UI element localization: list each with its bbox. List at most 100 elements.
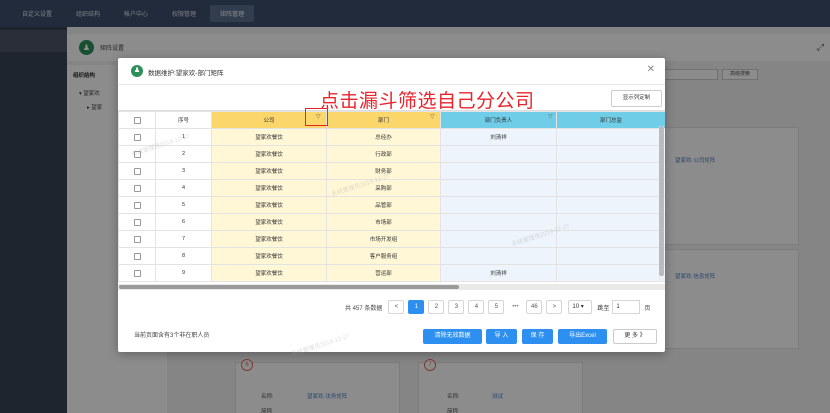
row-checkbox[interactable]: [118, 264, 156, 282]
filter-funnel-icon-dept[interactable]: ▽: [430, 113, 435, 120]
jump-label: 跳至: [597, 305, 610, 312]
table-row[interactable]: 5 望家欢餐饮 品管部: [118, 196, 665, 214]
table-row[interactable]: 2 望家欢餐饮 行政部: [118, 145, 665, 163]
cell-dept-head: [440, 230, 557, 248]
row-checkbox[interactable]: [118, 128, 156, 146]
more-button[interactable]: 更 多 》: [613, 329, 657, 344]
page-ellipsis[interactable]: •••: [508, 304, 522, 310]
cell-dept: 行政部: [326, 145, 441, 163]
column-header-dept: 部门: [326, 111, 441, 129]
cell-dept-head: [440, 162, 557, 180]
row-checkbox[interactable]: [118, 145, 156, 163]
cell-dept-head: [440, 213, 557, 231]
row-checkbox[interactable]: [118, 230, 156, 248]
inactive-staff-note: 当前页面含有3个非在职人员: [134, 333, 210, 339]
column-header-index: 序号: [155, 111, 212, 129]
cell-company: 望家欢餐饮: [211, 247, 327, 265]
page-3-button[interactable]: 3: [448, 300, 465, 314]
annotation-highlight-box: [305, 108, 328, 126]
cell-dept: 财务部: [326, 162, 441, 180]
cell-dept: 营运部: [326, 264, 441, 282]
select-all-checkbox[interactable]: [118, 111, 156, 129]
modal-title: 数据维护:望家欢-部门矩阵: [148, 70, 224, 77]
cell-dept-head: [440, 179, 557, 197]
table-header-row: 序号 公司 部门 部门负责人 部门总监: [118, 111, 665, 129]
table-row[interactable]: 9 望家欢餐饮 营运部 刘清祥: [118, 264, 665, 282]
jump-unit: 页: [644, 305, 651, 312]
import-button[interactable]: 导 入: [486, 329, 517, 344]
cell-dept: 市场部: [326, 213, 441, 231]
export-excel-button[interactable]: 导出Excel: [558, 329, 607, 344]
jump-page-input[interactable]: 1: [612, 300, 641, 314]
clear-invalid-button[interactable]: 清除无效数据: [423, 329, 482, 344]
cell-index: 6: [155, 213, 212, 231]
row-checkbox[interactable]: [118, 179, 156, 197]
cell-dept-director: [556, 213, 665, 231]
cell-dept-head: [440, 247, 557, 265]
cell-company: 望家欢餐饮: [211, 196, 327, 214]
cell-dept: 市场开发组: [326, 230, 441, 248]
cell-company: 望家欢餐饮: [211, 264, 327, 282]
page-1-button[interactable]: 1: [408, 300, 425, 314]
vertical-scrollbar[interactable]: [659, 126, 664, 282]
cell-company: 望家欢餐饮: [211, 128, 327, 146]
cell-dept-director: [556, 162, 665, 180]
cell-dept-director: [556, 264, 665, 282]
cell-dept-head: [440, 196, 557, 214]
table-row[interactable]: 4 望家欢餐饮 采购部: [118, 179, 665, 197]
cell-index: 3: [155, 162, 212, 180]
table-row[interactable]: 7 望家欢餐饮 市场开发组: [118, 230, 665, 248]
cell-dept-head: 刘清祥: [440, 128, 557, 146]
page-size-select[interactable]: 10 ▾: [568, 300, 593, 314]
horizontal-scrollbar[interactable]: [118, 284, 665, 290]
prev-page-button[interactable]: <: [388, 300, 405, 314]
cell-dept-head: [440, 145, 557, 163]
column-header-dept-head: 部门负责人: [440, 111, 557, 129]
table-row[interactable]: 6 望家欢餐饮 市场部: [118, 213, 665, 231]
annotation-text: 点击漏斗筛选自己分公司: [320, 91, 535, 112]
row-checkbox[interactable]: [118, 247, 156, 265]
cell-dept: 客户服务组: [326, 247, 441, 265]
cell-dept: 品管部: [326, 196, 441, 214]
row-checkbox[interactable]: [118, 213, 156, 231]
cell-dept-director: [556, 247, 665, 265]
table-row[interactable]: 1 望家欢餐饮 总经办 刘清祥: [118, 128, 665, 146]
cell-company: 望家欢餐饮: [211, 213, 327, 231]
row-checkbox[interactable]: [118, 162, 156, 180]
cell-index: 5: [155, 196, 212, 214]
data-table: 序号 公司 部门 部门负责人 部门总监 1 望家欢餐饮 总经办 刘清祥 2 望家欢餐饮 行政…: [118, 110, 665, 290]
cell-dept: 总经办: [326, 128, 441, 146]
cell-index: 1: [155, 128, 212, 146]
cell-dept-director: [556, 145, 665, 163]
next-page-button[interactable]: >: [546, 300, 563, 314]
cell-index: 8: [155, 247, 212, 265]
cell-index: 7: [155, 230, 212, 248]
cell-company: 望家欢餐饮: [211, 179, 327, 197]
cell-index: 2: [155, 145, 212, 163]
page-4-button[interactable]: 4: [468, 300, 485, 314]
filter-funnel-icon-head[interactable]: ▽: [548, 113, 553, 120]
cell-dept-director: [556, 179, 665, 197]
page-2-button[interactable]: 2: [428, 300, 445, 314]
page-5-button[interactable]: 5: [488, 300, 505, 314]
cell-company: 望家欢餐饮: [211, 145, 327, 163]
cell-dept-director: [556, 128, 665, 146]
row-checkbox[interactable]: [118, 196, 156, 214]
column-header-dept-director: 部门总监: [556, 111, 665, 129]
modal-header: ♟ 数据维护:望家欢-部门矩阵 ✕: [118, 58, 665, 85]
column-setting-button[interactable]: 显示列定制: [611, 90, 662, 107]
last-page-button[interactable]: 46: [526, 300, 543, 314]
cell-index: 9: [155, 264, 212, 282]
user-icon: ♟: [131, 65, 143, 77]
total-count: 共 457 条数据: [345, 305, 383, 312]
cell-company: 望家欢餐饮: [211, 230, 327, 248]
cell-dept-director: [556, 196, 665, 214]
cell-dept-director: [556, 230, 665, 248]
table-row[interactable]: 8 望家欢餐饮 客户服务组: [118, 247, 665, 265]
cell-dept-head: 刘清祥: [440, 264, 557, 282]
cell-company: 望家欢餐饮: [211, 162, 327, 180]
cell-index: 4: [155, 179, 212, 197]
table-row[interactable]: 3 望家欢餐饮 财务部: [118, 162, 665, 180]
close-icon[interactable]: ✕: [647, 64, 655, 75]
save-button[interactable]: 保 存: [522, 329, 553, 344]
